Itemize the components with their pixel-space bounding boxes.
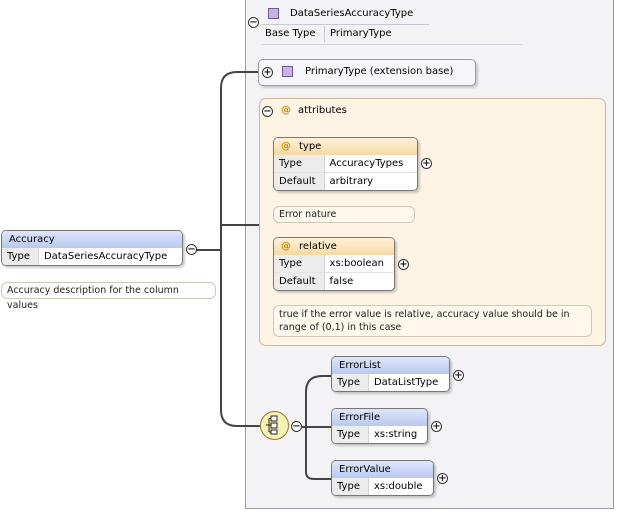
complex-type-icon	[268, 8, 279, 19]
extension-type-icon	[282, 66, 293, 77]
attribute-icon: @	[281, 141, 291, 152]
extension-expand-button[interactable]: +	[262, 67, 273, 78]
attribute-relative-node[interactable]: @ relative Type xs:boolean Default false	[273, 237, 395, 291]
complex-type-name: DataSeriesAccuracyType	[290, 8, 414, 19]
attribute-type-expand-button[interactable]: +	[421, 158, 432, 169]
element-accuracy-doc: Accuracy description for the column valu…	[1, 282, 216, 311]
base-type-label: Base Type	[265, 28, 316, 39]
element-collapse-button[interactable]: −	[186, 244, 197, 255]
errorfile-expand-button[interactable]: +	[431, 421, 442, 432]
element-errorvalue-node[interactable]: ErrorValue Type xs:double	[331, 460, 434, 496]
element-accuracy-node[interactable]: Accuracy Type DataSeriesAccuracyType	[1, 230, 183, 266]
type-collapse-button[interactable]: −	[248, 17, 259, 28]
attribute-name: relative	[299, 241, 337, 252]
element-name: ErrorValue	[332, 461, 433, 478]
sequence-compositor-icon[interactable]	[260, 411, 289, 440]
attribute-group-icon: @	[281, 105, 291, 116]
attribute-icon: @	[281, 241, 291, 252]
attribute-name: type	[299, 141, 322, 152]
attributes-title: attributes	[298, 105, 347, 116]
attribute-relative-expand-button[interactable]: +	[398, 259, 409, 270]
element-name: ErrorFile	[332, 409, 427, 426]
attributes-collapse-button[interactable]: −	[262, 106, 273, 117]
header-divider	[261, 24, 429, 25]
element-errorfile-node[interactable]: ErrorFile Type xs:string	[331, 408, 428, 444]
element-name: ErrorList	[332, 357, 449, 374]
element-name: Accuracy	[2, 231, 182, 248]
sequence-collapse-button[interactable]: −	[291, 421, 302, 432]
extension-base-label: PrimaryType (extension base)	[305, 66, 454, 77]
element-errorlist-node[interactable]: ErrorList Type DataListType	[331, 356, 450, 392]
errorlist-expand-button[interactable]: +	[453, 370, 464, 381]
attribute-relative-doc: true if the error value is relative, acc…	[273, 305, 592, 337]
base-type-value: PrimaryType	[330, 28, 392, 39]
errorvalue-expand-button[interactable]: +	[437, 473, 448, 484]
attribute-type-node[interactable]: @ type Type AccuracyTypes Default arbitrary	[273, 137, 418, 191]
attribute-type-doc: Error nature	[273, 206, 415, 223]
